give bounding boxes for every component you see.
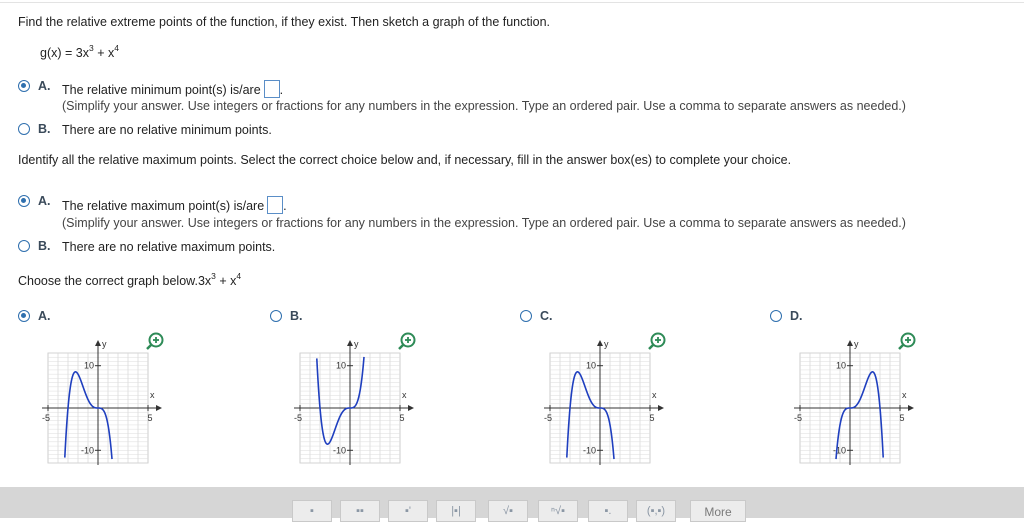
y-axis-arrow — [597, 340, 603, 346]
zoom-in-icon[interactable] — [398, 332, 416, 350]
zoom-in-icon[interactable] — [898, 332, 916, 350]
x-axis-label: x — [902, 390, 907, 400]
max-option-a-text: The relative maximum point(s) is/are. — [62, 196, 287, 214]
graph-prompt: Choose the correct graph below.3x3 + x4 — [18, 271, 242, 288]
x-max-label: 5 — [147, 413, 152, 423]
x-axis-label: x — [402, 390, 407, 400]
zoom-handle — [898, 344, 904, 350]
graph-option-a-radio[interactable] — [18, 310, 30, 322]
graph-option-letter: B. — [290, 309, 303, 323]
graph-option-c-radio[interactable] — [520, 310, 532, 322]
x-min-label: -5 — [794, 413, 802, 423]
more-button[interactable]: More — [690, 500, 746, 522]
max-option-b-text: There are no relative maximum points. — [62, 240, 276, 254]
max-answer-box[interactable] — [267, 196, 284, 214]
graph-option-b-radio[interactable] — [270, 310, 282, 322]
graph-option-d[interactable]: y x 10 -10 -5 5 — [775, 325, 935, 465]
y-axis-arrow — [847, 340, 853, 346]
graph-option-letter: D. — [790, 309, 803, 323]
x-axis-label: x — [150, 390, 155, 400]
graph-option-b[interactable]: y x 10 -10 -5 5 — [275, 325, 435, 465]
fraction-icon[interactable]: ▪ — [292, 500, 332, 522]
y-max-label: 10 — [586, 361, 596, 371]
min-option-a-hint: (Simplify your answer. Use integers or f… — [62, 99, 906, 113]
y-axis-arrow — [95, 340, 101, 346]
x-axis-arrow — [408, 405, 414, 411]
nth-root-icon[interactable]: ⁿ√▪ — [538, 500, 578, 522]
min-option-a-text: The relative minimum point(s) is/are. — [62, 80, 283, 98]
graph-option-letter: C. — [540, 309, 553, 323]
y-max-label: 10 — [84, 361, 94, 371]
graph-option-c[interactable]: y x 10 -10 -5 5 — [525, 325, 685, 465]
max-option-a-letter: A. — [38, 194, 51, 208]
min-answer-box[interactable] — [263, 80, 280, 98]
absolute-value-icon[interactable]: |▪| — [436, 500, 476, 522]
min-option-b-radio[interactable] — [18, 123, 30, 135]
graph-option-a[interactable]: y x 10 -10 -5 5 — [23, 325, 183, 465]
x-axis-arrow — [658, 405, 664, 411]
sqrt-icon[interactable]: √▪ — [488, 500, 528, 522]
y-axis-label: y — [354, 339, 359, 349]
max-option-b-letter: B. — [38, 239, 51, 253]
ordered-pair-icon[interactable]: (▪,▪) — [636, 500, 676, 522]
exponent-icon[interactable]: ▪' — [388, 500, 428, 522]
x-axis-label: x — [652, 390, 657, 400]
x-axis-arrow — [908, 405, 914, 411]
x-max-label: 5 — [399, 413, 404, 423]
x-max-label: 5 — [649, 413, 654, 423]
question-prompt: Find the relative extreme points of the … — [18, 15, 551, 29]
graph-option-letter: A. — [38, 309, 51, 323]
x-min-label: -5 — [294, 413, 302, 423]
y-min-label: -10 — [833, 445, 846, 455]
zoom-handle — [648, 344, 654, 350]
y-min-label: -10 — [333, 445, 346, 455]
y-min-label: -10 — [81, 445, 94, 455]
zoom-in-icon[interactable] — [146, 332, 164, 350]
max-instruction: Identify all the relative maximum points… — [18, 153, 792, 167]
y-axis-label: y — [102, 339, 107, 349]
x-max-label: 5 — [899, 413, 904, 423]
zoom-in-icon[interactable] — [648, 332, 666, 350]
mixed-number-icon[interactable]: ▪▪ — [340, 500, 380, 522]
top-divider — [0, 2, 1024, 3]
y-min-label: -10 — [583, 445, 596, 455]
graph-option-d-radio[interactable] — [770, 310, 782, 322]
zoom-handle — [146, 344, 152, 350]
max-option-a-hint: (Simplify your answer. Use integers or f… — [62, 216, 906, 230]
min-option-a-radio[interactable] — [18, 80, 30, 92]
x-axis-arrow — [156, 405, 162, 411]
y-axis-arrow — [347, 340, 353, 346]
y-max-label: 10 — [336, 361, 346, 371]
x-min-label: -5 — [544, 413, 552, 423]
decimal-icon[interactable]: ▪. — [588, 500, 628, 522]
zoom-handle — [398, 344, 404, 350]
max-option-a-radio[interactable] — [18, 195, 30, 207]
y-axis-label: y — [854, 339, 859, 349]
x-min-label: -5 — [42, 413, 50, 423]
function-expression: g(x) = 3x3 + x4 — [40, 43, 119, 60]
min-option-b-text: There are no relative minimum points. — [62, 123, 272, 137]
y-axis-label: y — [604, 339, 609, 349]
min-option-a-letter: A. — [38, 79, 51, 93]
max-option-b-radio[interactable] — [18, 240, 30, 252]
y-max-label: 10 — [836, 361, 846, 371]
min-option-b-letter: B. — [38, 122, 51, 136]
